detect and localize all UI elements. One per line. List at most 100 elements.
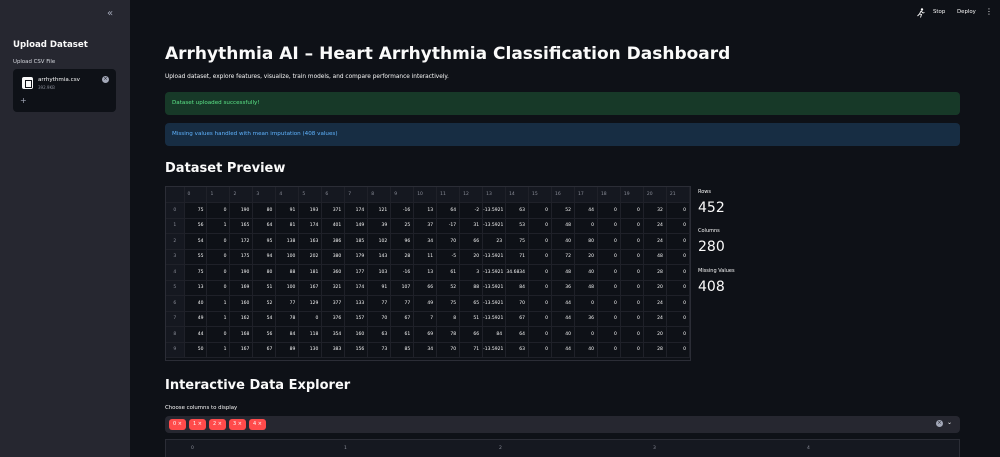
table-cell: 20: [459, 249, 484, 265]
explorer-table[interactable]: 0 1 2 3 4: [165, 439, 960, 457]
column-header[interactable]: 10: [413, 187, 438, 203]
table-row: 4 75 0 190 80 88 181 360 177 103 -16 13 61 3 -13.5921 3…: [166, 264, 691, 281]
table-cell: 162: [229, 311, 254, 327]
table-cell: 63: [505, 202, 530, 219]
table-cell: 321: [321, 280, 346, 296]
stop-button[interactable]: Stop: [933, 9, 945, 15]
selected-column-tag[interactable]: 2 ×: [209, 419, 226, 430]
table-cell: 138: [275, 233, 300, 250]
table-cell: 28: [390, 249, 415, 265]
table-cell: 3: [459, 264, 484, 281]
column-header[interactable]: 3: [653, 446, 656, 451]
table-row: 6 40 1 160 52 77 129 377 133 77 77 49 75 65 -13.5921 70…: [166, 295, 691, 312]
table-cell: 64: [436, 202, 461, 219]
column-header[interactable]: 17: [574, 187, 598, 203]
column-header[interactable]: 13: [482, 187, 507, 203]
table-cell: 100: [275, 280, 300, 296]
table-cell: 383: [321, 342, 346, 358]
file-uploader[interactable]: arrhythmia.csv 392.9KB × +: [13, 69, 116, 112]
page-subtitle: Upload dataset, explore features, visual…: [165, 74, 449, 80]
selected-column-tag[interactable]: 1 ×: [189, 419, 206, 430]
table-cell: 0: [620, 264, 644, 281]
column-header[interactable]: 1: [206, 187, 231, 203]
column-header[interactable]: 11: [436, 187, 461, 203]
table-cell: 133: [344, 295, 369, 312]
column-header[interactable]: 16: [551, 187, 575, 203]
table-cell: 0: [597, 311, 621, 327]
table-cell: 371: [321, 202, 346, 219]
table-cell: 36: [574, 311, 598, 327]
column-header[interactable]: 12: [459, 187, 484, 203]
row-index: 5: [166, 280, 185, 296]
column-header[interactable]: 4: [275, 187, 300, 203]
table-cell: 0: [666, 295, 691, 312]
table-cell: 13: [413, 202, 438, 219]
column-header[interactable]: 15: [528, 187, 552, 203]
chevron-double-left-icon[interactable]: «: [104, 8, 116, 20]
table-cell: 63: [505, 342, 530, 358]
column-header[interactable]: 8: [367, 187, 392, 203]
table-cell: 179: [344, 249, 369, 265]
table-cell: 0: [620, 280, 644, 296]
main-menu-icon[interactable]: ⋮: [985, 7, 993, 16]
selected-column-tag[interactable]: 4 ×: [249, 419, 266, 430]
table-cell: 160: [344, 326, 369, 343]
table-cell: 165: [229, 218, 254, 234]
table-cell: 64: [505, 326, 530, 343]
table-cell: 72: [551, 249, 575, 265]
column-header[interactable]: 0: [191, 446, 194, 451]
table-cell: 1: [206, 295, 231, 312]
table-row: 3 55 0 175 94 100 202 380 179 143 28 11 -5 20 -13.5921…: [166, 249, 691, 265]
add-file-button[interactable]: +: [20, 96, 27, 105]
column-header[interactable]: 18: [597, 187, 621, 203]
remove-file-icon[interactable]: ×: [102, 76, 109, 83]
column-header[interactable]: 19: [620, 187, 644, 203]
table-cell: 0: [528, 233, 552, 250]
table-cell: 168: [229, 326, 254, 343]
data-explorer-heading: Interactive Data Explorer: [165, 378, 351, 393]
table-cell: 0: [528, 326, 552, 343]
column-header[interactable]: 6: [321, 187, 346, 203]
table-cell: 75: [436, 295, 461, 312]
selected-column-tag[interactable]: 3 ×: [229, 419, 246, 430]
table-cell: 40: [574, 342, 598, 358]
table-cell: 174: [344, 280, 369, 296]
table-cell: 24: [643, 218, 667, 234]
column-header[interactable]: 9: [390, 187, 415, 203]
table-cell: 0: [666, 311, 691, 327]
column-header[interactable]: 4: [807, 446, 810, 451]
column-header[interactable]: 3: [252, 187, 277, 203]
table-cell: 0: [528, 218, 552, 234]
table-cell: 44: [551, 295, 575, 312]
column-header[interactable]: 20: [643, 187, 667, 203]
column-header[interactable]: 14: [505, 187, 530, 203]
column-multiselect[interactable]: 0 × 1 × 2 × 3 × 4 ×: [165, 416, 960, 433]
deploy-button[interactable]: Deploy: [957, 9, 976, 15]
table-cell: 160: [229, 295, 254, 312]
table-cell: 48: [574, 280, 598, 296]
table-cell: 121: [367, 202, 392, 219]
chevron-down-icon[interactable]: ⌄: [947, 419, 952, 426]
column-header[interactable]: 0: [184, 187, 208, 203]
table-cell: 70: [505, 295, 530, 312]
column-header[interactable]: 1: [344, 446, 347, 451]
column-header[interactable]: 2: [499, 446, 502, 451]
table-cell: 0: [666, 326, 691, 343]
column-header[interactable]: 5: [298, 187, 323, 203]
table-cell: 67: [505, 311, 530, 327]
column-header[interactable]: 7: [344, 187, 369, 203]
clear-selection-icon[interactable]: ×: [936, 420, 943, 427]
table-cell: 20: [643, 326, 667, 343]
table-cell: 0: [597, 218, 621, 234]
sidebar: « Upload Dataset Upload CSV File arrhyth…: [0, 0, 130, 457]
column-header[interactable]: 21: [666, 187, 691, 203]
column-header[interactable]: 2: [229, 187, 254, 203]
table-cell: 102: [367, 233, 392, 250]
selected-column-tag[interactable]: 0 ×: [169, 419, 186, 430]
table-cell: 0: [620, 342, 644, 358]
dataset-preview-table[interactable]: 0 1 2 3 4 5 6 7 8 9 10 11 12 13 14 15 16 17 18 19 20 21 0 75 0 1…: [165, 186, 691, 361]
table-cell: 181: [298, 264, 323, 281]
table-cell: 177: [344, 264, 369, 281]
table-cell: 91: [275, 202, 300, 219]
table-cell: 71: [459, 342, 484, 358]
